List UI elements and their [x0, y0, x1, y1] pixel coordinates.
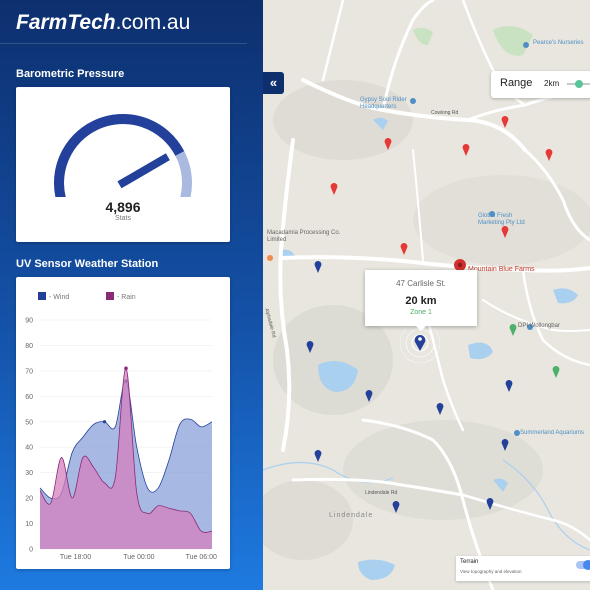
x-tick-label: Tue 18:00: [60, 554, 91, 561]
terrain-toggle-knob[interactable]: [583, 560, 590, 570]
divider: [0, 43, 247, 44]
legend-swatch: [106, 292, 114, 300]
map-pin[interactable]: [501, 439, 509, 451]
barometer-card: 4,896 Stats: [16, 87, 230, 242]
popup-zone: Zone 1: [410, 309, 432, 316]
y-tick-label: 70: [25, 368, 33, 375]
weather-chart-card: - Wind - Rain 0 10 20 30 40 50 60 70 80 90 Tue 18:00…: [16, 277, 230, 569]
poi-label-summerland[interactable]: Summerland Aquariums: [520, 430, 584, 436]
selected-location-pin[interactable]: [414, 334, 426, 351]
legend-label: - Wind: [49, 294, 69, 301]
town-label-lindendale: Lindendale: [329, 512, 374, 519]
map-pin[interactable]: [384, 138, 392, 150]
map-pin[interactable]: [314, 450, 322, 462]
y-tick-label: 50: [25, 419, 33, 426]
legend-swatch: [38, 292, 46, 300]
x-tick-label: Tue 06:00: [186, 554, 217, 561]
y-tick-label: 40: [25, 445, 33, 452]
map-pin[interactable]: [552, 365, 560, 378]
map-pin[interactable]: [462, 144, 470, 156]
gauge-needle: [117, 153, 170, 189]
data-point[interactable]: [102, 420, 107, 424]
terrain-title: Terrain: [460, 559, 479, 565]
brand-logo: FarmTech.com.au: [16, 11, 191, 34]
poi-label-nurseries[interactable]: Pearce's Nurseries: [533, 40, 584, 46]
y-tick-label: 10: [25, 521, 33, 528]
y-tick-label: 30: [25, 470, 33, 477]
location-popup: 47 Carlisle St. 20 km Zone 1: [365, 270, 477, 331]
y-tick-label: 80: [25, 343, 33, 350]
popup-pointer: [415, 325, 427, 331]
gauge-value: 4,896: [105, 199, 141, 215]
terrain-control[interactable]: Terrain View topography and elevation: [456, 556, 590, 581]
range-value: 2km: [544, 79, 560, 88]
range-slider-thumb[interactable]: [575, 80, 583, 88]
terrain-subtitle: View topography and elevation: [460, 569, 522, 574]
data-point[interactable]: [124, 366, 128, 371]
map-pin[interactable]: [306, 341, 314, 353]
map-pin[interactable]: [501, 116, 509, 128]
y-tick-label: 90: [25, 318, 33, 325]
weather-chart: - Wind - Rain 0 10 20 30 40 50 60 70 80 90 Tue 18:00…: [25, 292, 217, 561]
y-tick-label: 20: [25, 496, 33, 503]
y-tick-label: 60: [25, 394, 33, 401]
range-control[interactable]: Range 2km: [491, 71, 590, 98]
weather-title: UV Sensor Weather Station: [16, 258, 159, 270]
collapse-sidebar-button[interactable]: «: [263, 72, 284, 94]
map-pin[interactable]: [314, 261, 322, 273]
poi-label-macadamia[interactable]: Macadamia Processing Co. Limited: [267, 230, 347, 244]
pressure-gauge: [54, 114, 192, 197]
range-label: Range: [500, 77, 533, 89]
map-pin[interactable]: [501, 226, 509, 238]
map-pin[interactable]: [505, 380, 513, 392]
map-pin[interactable]: [436, 402, 444, 415]
map-pin[interactable]: [330, 182, 338, 195]
y-tick-label: 0: [29, 547, 33, 554]
map-pin[interactable]: [545, 148, 553, 161]
x-tick-label: Tue 00:00: [123, 554, 154, 561]
poi-label-global[interactable]: Global Fresh Marketing Pty Ltd: [478, 213, 538, 227]
road-label-lindendale: Lindendale Rd: [365, 490, 398, 496]
popup-distance: 20 km: [405, 295, 437, 307]
poi-label-mountain[interactable]: Mountain Blue Farms: [468, 266, 535, 273]
map-pin[interactable]: [486, 498, 494, 510]
gauge-label: Stats: [115, 215, 131, 222]
poi-label-gypsy[interactable]: Gypsy Soul Rider Headquarters: [360, 97, 430, 111]
popup-address: 47 Carlisle St.: [396, 279, 446, 288]
poi-label-dpi[interactable]: DPI Wollongbar: [518, 323, 560, 329]
map-pin[interactable]: [392, 501, 400, 513]
road-label-cowlong: Cowlong Rd: [431, 110, 459, 116]
barometer-title: Barometric Pressure: [16, 68, 125, 80]
map-pin[interactable]: [400, 242, 408, 255]
sidebar: FarmTech.com.au Barometric Pressure 4,89…: [0, 0, 263, 590]
map-pin[interactable]: [509, 324, 517, 336]
legend-label: - Rain: [117, 294, 136, 301]
map-pin[interactable]: [365, 389, 373, 402]
